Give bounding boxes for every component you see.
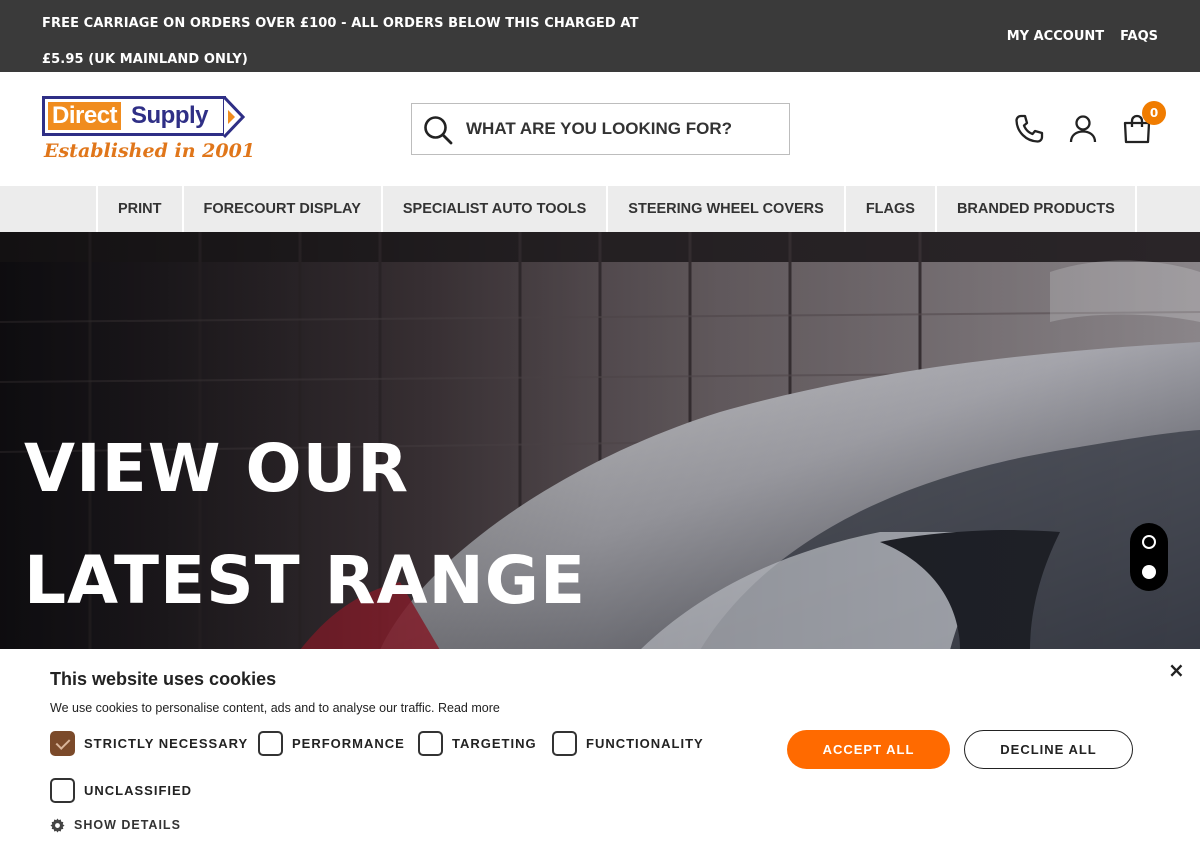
nav-item-branded-products[interactable]: BRANDED PRODUCTS (934, 186, 1137, 232)
hero-heading-line1: VIEW OUR (24, 430, 410, 507)
cart-count-badge: 0 (1142, 101, 1166, 125)
functionality-checkbox[interactable] (552, 730, 577, 756)
slider-pagination (1130, 523, 1168, 591)
main-navigation: PRINT FORECOURT DISPLAY SPECIALIST AUTO … (0, 186, 1200, 232)
nav-item-flags[interactable]: FLAGS (843, 186, 935, 232)
phone-icon[interactable] (1012, 112, 1046, 146)
functionality-label: FUNCTIONALITY (586, 735, 704, 751)
nav-item-print[interactable]: PRINT (96, 186, 182, 232)
strictly-necessary-checkbox[interactable] (50, 730, 75, 756)
show-details-toggle[interactable]: SHOW DETAILS (50, 816, 181, 834)
logo-supply-text: Supply (131, 102, 209, 129)
header-icons: 0 (1012, 101, 1172, 146)
top-links: MY ACCOUNT FAQS (1007, 0, 1158, 72)
direct-supply-logo[interactable]: Direct Supply Established in 2001 (42, 94, 255, 169)
cookie-title: This website uses cookies (50, 669, 277, 689)
gear-icon (50, 817, 65, 833)
search-input[interactable] (466, 104, 784, 154)
search-box[interactable] (411, 103, 790, 155)
strictly-necessary-label: STRICTLY NECESSARY (84, 735, 249, 751)
unclassified-label: UNCLASSIFIED (84, 782, 193, 798)
close-icon[interactable]: × (1168, 660, 1185, 680)
top-bar: FREE CARRIAGE ON ORDERS OVER £100 - ALL … (0, 0, 1200, 72)
cookie-option-unclassified[interactable]: UNCLASSIFIED (50, 777, 193, 803)
accept-all-button[interactable]: ACCEPT ALL (787, 730, 950, 769)
hero-heading-line2: LATEST RANGE (24, 542, 587, 619)
logo-direct-text: Direct (48, 102, 122, 130)
slider-dot-2[interactable] (1142, 565, 1156, 579)
cookie-option-targeting[interactable]: TARGETING (418, 730, 537, 756)
performance-label: PERFORMANCE (292, 735, 405, 751)
targeting-checkbox[interactable] (418, 730, 443, 756)
cart-button[interactable]: 0 (1120, 101, 1166, 146)
show-details-label: SHOW DETAILS (74, 818, 181, 832)
hero-banner[interactable]: VIEW OUR LATEST RANGE (0, 232, 1200, 650)
cookie-description: We use cookies to personalise content, a… (50, 701, 500, 715)
my-account-link[interactable]: MY ACCOUNT (1007, 29, 1104, 44)
site-header: Direct Supply Established in 2001 WHAT A… (0, 72, 1200, 186)
user-icon[interactable] (1066, 112, 1100, 146)
cookie-description-text: We use cookies to personalise content, a… (50, 701, 435, 715)
nav-item-forecourt-display[interactable]: FORECOURT DISPLAY (181, 186, 381, 232)
free-carriage-promo: FREE CARRIAGE ON ORDERS OVER £100 - ALL … (42, 16, 639, 67)
read-more-link[interactable]: Read more (438, 701, 500, 715)
cookie-option-strictly-necessary[interactable]: STRICTLY NECESSARY (50, 730, 249, 756)
performance-checkbox[interactable] (258, 730, 283, 756)
cookie-option-functionality[interactable]: FUNCTIONALITY (552, 730, 704, 756)
nav-menu: PRINT FORECOURT DISPLAY SPECIALIST AUTO … (96, 186, 1137, 232)
nav-item-steering-wheel-covers[interactable]: STEERING WHEEL COVERS (606, 186, 844, 232)
logo-arrow-icon (223, 96, 245, 138)
faqs-link[interactable]: FAQS (1120, 29, 1158, 44)
targeting-label: TARGETING (452, 735, 537, 751)
decline-all-button[interactable]: DECLINE ALL (964, 730, 1133, 769)
search-icon[interactable] (423, 115, 453, 145)
cookie-consent-banner: This website uses cookies We use cookies… (0, 649, 1200, 850)
logo-wordmark-box: Direct Supply (42, 96, 226, 136)
logo-tagline: Established in 2001 (44, 140, 256, 162)
unclassified-checkbox[interactable] (50, 777, 75, 803)
slider-dot-1[interactable] (1142, 535, 1156, 549)
cookie-option-performance[interactable]: PERFORMANCE (258, 730, 405, 756)
nav-item-specialist-auto-tools[interactable]: SPECIALIST AUTO TOOLS (380, 186, 606, 232)
